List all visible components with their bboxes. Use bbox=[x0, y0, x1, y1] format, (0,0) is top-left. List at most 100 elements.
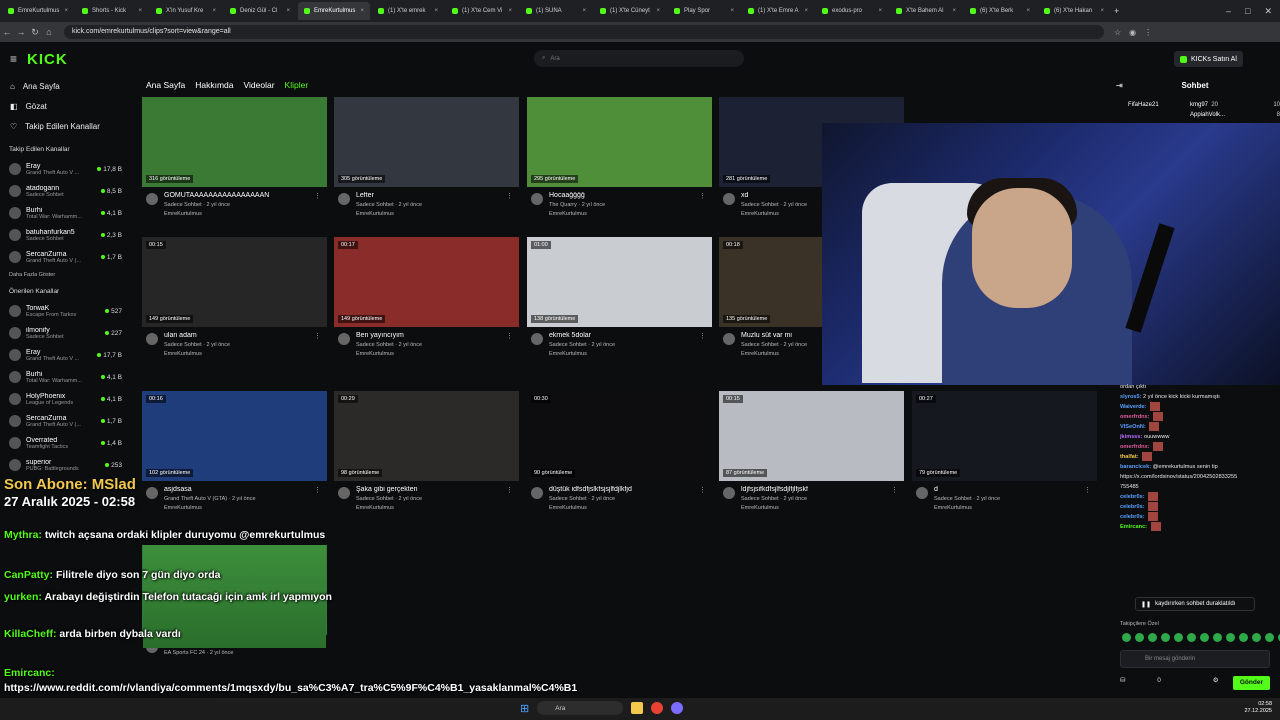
clip-channel[interactable]: EmreKurtulmus bbox=[164, 505, 202, 511]
clip-channel[interactable]: EmreKurtulmus bbox=[356, 351, 394, 357]
channel-row[interactable]: Burhi Total War: Warhamm... 4,1 B bbox=[0, 202, 128, 224]
clip-card[interactable]: 00:15 87 görüntüleme ldjfsjsifkdfsjlfsdjlf… bbox=[719, 391, 904, 521]
kick-logo[interactable]: KICK bbox=[27, 51, 68, 68]
more-options-icon[interactable]: ⋮ bbox=[699, 486, 706, 494]
clip-card[interactable]: 00:27 79 görüntüleme d Sadece Sohbet · 2 yı… bbox=[912, 391, 1097, 521]
buy-kicks-button[interactable]: KICKs Satın Al bbox=[1174, 51, 1243, 67]
tab-close-icon[interactable]: × bbox=[1026, 8, 1030, 14]
clip-title[interactable]: Şaka gibi gerçekten bbox=[356, 486, 501, 493]
channel-row[interactable]: ilmonify Sadece Sohbet 227 bbox=[0, 322, 128, 344]
emote-icon[interactable] bbox=[1213, 633, 1222, 642]
emote-icon[interactable] bbox=[1200, 633, 1209, 642]
channel-row[interactable]: SercanZurna Grand Theft Auto V (... 1,7 B bbox=[0, 246, 128, 268]
browser-tab[interactable]: Shorts - Kick × bbox=[76, 2, 148, 20]
chat-username[interactable]: omerfrdnx: bbox=[1120, 414, 1150, 420]
browser-tab[interactable]: EmreKurtulmus × bbox=[298, 2, 370, 20]
channel-row[interactable]: Eray Grand Theft Auto V ... 17,8 B bbox=[0, 158, 128, 180]
sidebar-item[interactable]: ♡ Takip Edilen Kanallar bbox=[10, 116, 128, 136]
emote-icon[interactable] bbox=[1226, 633, 1235, 642]
channel-row[interactable]: batuhanfurkan5 Sadece Sohbet 2,3 B bbox=[0, 224, 128, 246]
settings-icon[interactable]: ⚙ bbox=[1213, 677, 1219, 684]
clip-channel[interactable]: EmreKurtulmus bbox=[741, 211, 779, 217]
clip-thumbnail[interactable]: 00:15 149 görüntüleme bbox=[142, 237, 327, 327]
clip-card[interactable]: 295 görüntüleme Hocaağğğğ The Quarry · 2 y… bbox=[527, 97, 712, 227]
clip-thumbnail[interactable]: 00:29 98 görüntüleme bbox=[334, 391, 519, 481]
tab-klipler[interactable]: Klipler bbox=[285, 80, 309, 90]
browser-tab[interactable]: (6) X'te Berk × bbox=[964, 2, 1036, 20]
clip-title[interactable]: ulan adam bbox=[164, 332, 309, 339]
tab-close-icon[interactable]: × bbox=[1100, 8, 1104, 14]
browser-tab[interactable]: exodus-pro × bbox=[816, 2, 888, 20]
chat-username[interactable]: thalfat: bbox=[1120, 454, 1139, 460]
chat-username[interactable]: celebr0s: bbox=[1120, 494, 1145, 500]
clip-title[interactable]: Lefter bbox=[356, 192, 501, 199]
clip-title[interactable]: Hocaağğğğ bbox=[549, 192, 694, 199]
tab-close-icon[interactable]: × bbox=[138, 8, 142, 14]
clip-thumbnail[interactable]: 295 görüntüleme bbox=[527, 97, 712, 187]
send-button[interactable]: Gönder bbox=[1232, 676, 1270, 690]
channel-row[interactable]: atadogann Sadece Sohbet 8,5 B bbox=[0, 180, 128, 202]
clip-channel[interactable]: EmreKurtulmus bbox=[741, 505, 779, 511]
taskbar-search[interactable]: Ara bbox=[537, 701, 624, 715]
tab-close-icon[interactable]: × bbox=[878, 8, 882, 14]
clip-thumbnail[interactable]: 305 görüntüleme bbox=[334, 97, 519, 187]
clip-card[interactable]: 00:29 98 görüntüleme Şaka gibi gerçekten Sa… bbox=[334, 391, 519, 521]
clip-title[interactable]: ldjfsjsifkdfsjlfsdjlfjlfjskf bbox=[741, 486, 886, 493]
clip-channel[interactable]: EmreKurtulmus bbox=[741, 351, 779, 357]
tab-close-icon[interactable]: × bbox=[212, 8, 216, 14]
more-options-icon[interactable]: ⋮ bbox=[891, 486, 898, 494]
sidebar-item[interactable]: ◧ Gözat bbox=[10, 96, 128, 116]
clip-card[interactable]: 316 görüntüleme GOMUTAAAAAAAAAAAAAAAAN Sad… bbox=[142, 97, 327, 227]
clip-thumbnail[interactable]: 00:16 102 görüntüleme bbox=[142, 391, 327, 481]
windows-start-icon[interactable]: ⊞ bbox=[520, 702, 529, 715]
search-input[interactable]: ⌕ Ara bbox=[534, 50, 744, 67]
emote-icon[interactable] bbox=[1252, 633, 1261, 642]
tab-videolar[interactable]: Videolar bbox=[244, 80, 275, 90]
browser-tab[interactable]: (6) X'te Hakan × bbox=[1038, 2, 1110, 20]
browser-tab[interactable]: X'te Bahem Al × bbox=[890, 2, 962, 20]
url-field[interactable]: kick.com/emrekurtulmus/clips?sort=view&r… bbox=[64, 25, 1104, 39]
more-options-icon[interactable]: ⋮ bbox=[506, 486, 513, 494]
tab-close-icon[interactable]: × bbox=[434, 8, 438, 14]
tab-close-icon[interactable]: × bbox=[804, 8, 808, 14]
emote-icon[interactable] bbox=[1174, 633, 1183, 642]
more-options-icon[interactable]: ⋮ bbox=[699, 332, 706, 340]
channel-row[interactable]: Overrated Teamfight Tactics 1,4 B bbox=[0, 432, 128, 454]
browser-tab[interactable]: Play Spor × bbox=[668, 2, 740, 20]
clip-channel[interactable]: EmreKurtulmus bbox=[549, 505, 587, 511]
more-options-icon[interactable]: ⋮ bbox=[314, 192, 321, 200]
channel-row[interactable]: superior PUBG: Battlegrounds 253 bbox=[0, 454, 128, 476]
chat-username[interactable]: slyros5: bbox=[1120, 394, 1141, 400]
clip-channel[interactable]: EmreKurtulmus bbox=[164, 351, 202, 357]
browser-tab[interactable]: (1) X'te Emre A × bbox=[742, 2, 814, 20]
browser-tab[interactable]: EmreKurtulmus × bbox=[2, 2, 74, 20]
close-icon[interactable]: ✕ bbox=[1264, 6, 1272, 17]
emote-icon[interactable] bbox=[1135, 633, 1144, 642]
browser-tab[interactable]: Deniz Gül - Cl × bbox=[224, 2, 296, 20]
emote-icon[interactable] bbox=[1148, 633, 1157, 642]
browser-tab[interactable]: (1) X'te Cem Vi × bbox=[446, 2, 518, 20]
channel-row[interactable]: TorwaK Escape From Tarkov 527 bbox=[0, 300, 128, 322]
channel-row[interactable]: Burhi Total War: Warhamm... 4,1 B bbox=[0, 366, 128, 388]
clip-title[interactable]: düştük idfsdfjslkfsjsjlfdjlkfjd bbox=[549, 486, 694, 493]
clip-thumbnail[interactable]: 01:00 138 görüntüleme bbox=[527, 237, 712, 327]
clip-card[interactable]: 00:16 102 görüntüleme asjdsasa Grand Theft … bbox=[142, 391, 327, 521]
tab-ana-sayfa[interactable]: Ana Sayfa bbox=[146, 80, 185, 90]
browser-tab[interactable]: X'in Yusuf Kre × bbox=[150, 2, 222, 20]
tab-close-icon[interactable]: × bbox=[582, 8, 586, 14]
chat-input[interactable]: Bir mesaj gönderin bbox=[1120, 650, 1270, 668]
clip-channel[interactable]: EmreKurtulmus bbox=[934, 505, 972, 511]
tab-close-icon[interactable]: × bbox=[360, 8, 364, 14]
channel-row[interactable]: Eray Grand Theft Auto V ... 17,7 B bbox=[0, 344, 128, 366]
clip-channel[interactable]: EmreKurtulmus bbox=[356, 211, 394, 217]
chat-username[interactable]: jkimsss: bbox=[1120, 434, 1142, 440]
forward-icon[interactable]: → bbox=[14, 27, 28, 37]
tab-close-icon[interactable]: × bbox=[952, 8, 956, 14]
more-options-icon[interactable]: ⋮ bbox=[314, 332, 321, 340]
chat-username[interactable]: omerfrdnx: bbox=[1120, 444, 1150, 450]
chat-username[interactable]: celebr0s: bbox=[1120, 514, 1145, 520]
browser-tab[interactable]: (1) SUNA × bbox=[520, 2, 592, 20]
chat-username[interactable]: Emircanc: bbox=[1120, 524, 1147, 530]
more-options-icon[interactable]: ⋮ bbox=[1084, 486, 1091, 494]
more-options-icon[interactable]: ⋮ bbox=[699, 192, 706, 200]
